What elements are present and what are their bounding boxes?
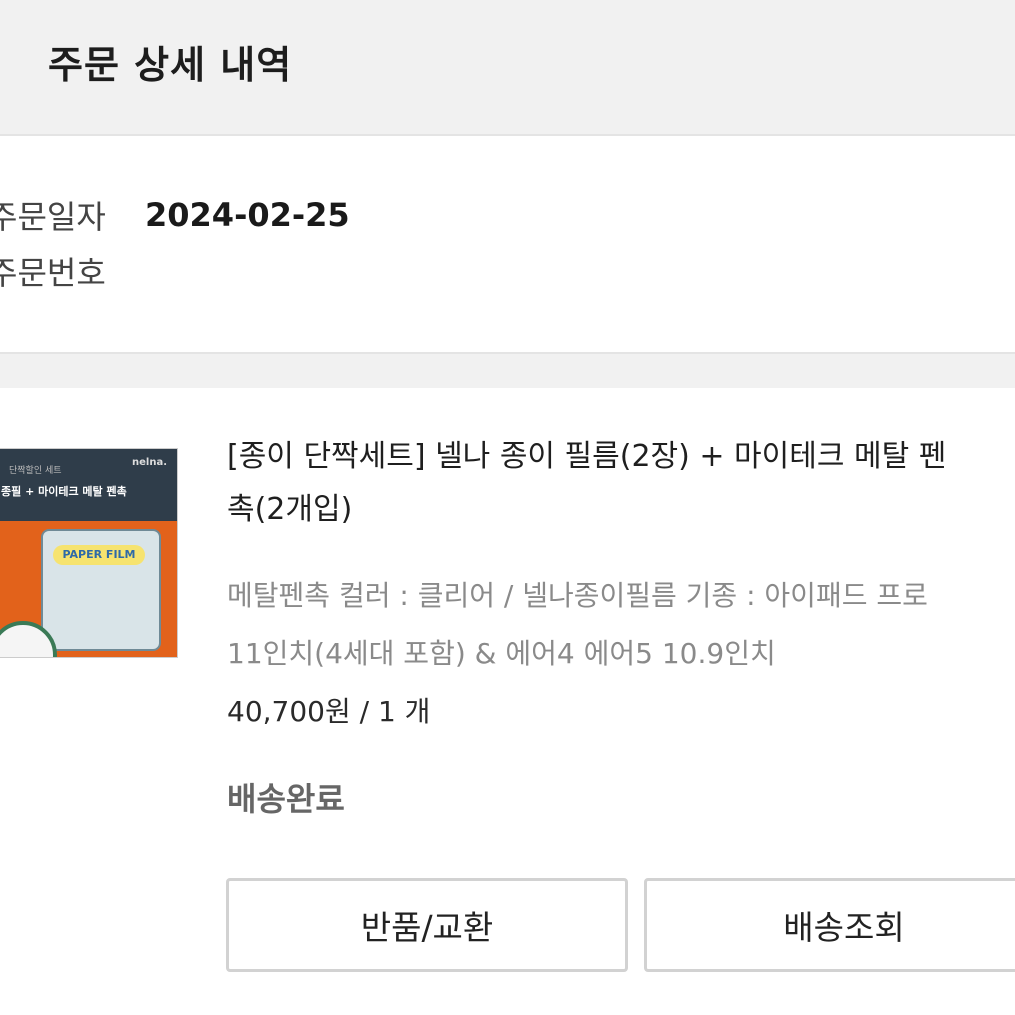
product-price: 40,700원 / 1 개 <box>227 695 431 728</box>
thumbnail-brand: nelna. <box>132 457 167 468</box>
order-date-label: 주문일자 <box>0 198 106 236</box>
product-name-line1[interactable]: [종이 단짝세트] 넬나 종이 필름(2장) + 마이테크 메탈 펜 <box>227 432 1015 482</box>
order-date-value: 2024-02-25 <box>145 196 350 234</box>
header-bar: 주문 상세 내역 <box>0 0 1015 136</box>
thumbnail-film-logo: PAPER FILM <box>53 545 145 565</box>
product-name-line2[interactable]: 촉(2개입) <box>227 488 352 532</box>
page-title: 주문 상세 내역 <box>48 43 293 87</box>
product-thumbnail[interactable]: 단짝할인 세트 nelna. 종필 + 마이테크 메탈 펜촉 PAPER FIL… <box>0 448 178 658</box>
product-option-line2: 11인치(4세대 포함) & 에어4 에어5 10.9인치 <box>227 637 776 670</box>
order-item: 단짝할인 세트 nelna. 종필 + 마이테크 메탈 펜촉 PAPER FIL… <box>0 388 1015 1015</box>
order-number-label: 주문번호 <box>0 254 106 292</box>
delivery-status: 배송완료 <box>227 780 345 818</box>
section-divider <box>0 352 1015 390</box>
thumbnail-title: 종필 + 마이테크 메탈 펜촉 <box>1 485 127 498</box>
order-info-section: 주문일자 2024-02-25 주문번호 <box>0 136 1015 352</box>
return-exchange-button[interactable]: 반품/교환 <box>226 878 628 972</box>
thumbnail-package: PAPER FILM <box>41 529 161 651</box>
product-option-line1: 메탈펜촉 컬러 : 클리어 / 넬나종이필름 기종 : 아이패드 프로 <box>227 579 928 612</box>
track-delivery-button[interactable]: 배송조회 <box>644 878 1015 972</box>
thumbnail-subtext: 단짝할인 세트 <box>9 466 62 476</box>
